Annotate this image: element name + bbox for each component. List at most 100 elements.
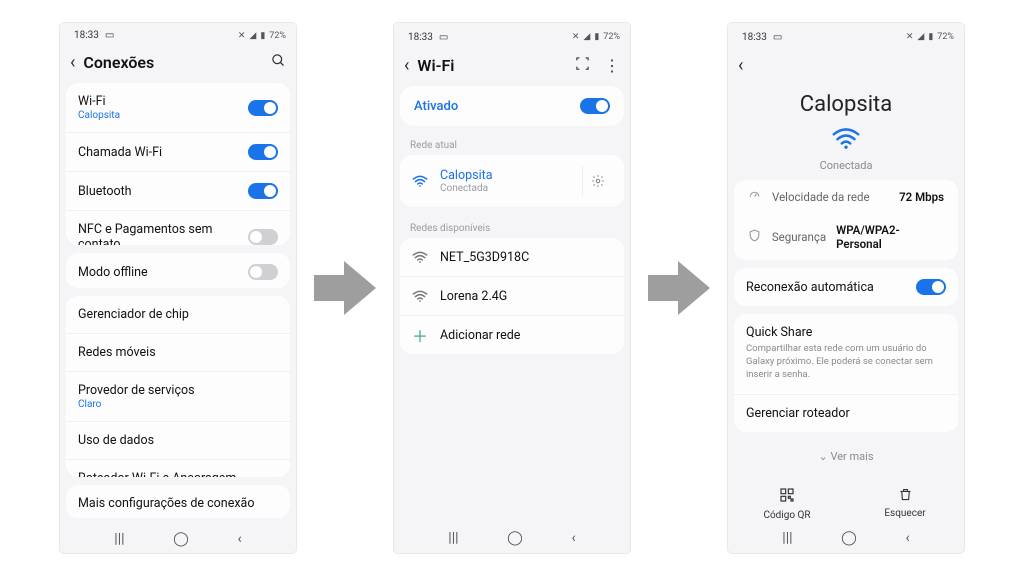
row-label: Uso de dados bbox=[78, 433, 278, 448]
forget-label: Esquecer bbox=[884, 508, 925, 519]
security-label: Segurança bbox=[772, 230, 826, 244]
row-chip[interactable]: Gerenciador de chip bbox=[66, 296, 290, 334]
connection-status: Conectada bbox=[728, 159, 964, 172]
nav-recent[interactable]: ||| bbox=[448, 530, 458, 546]
row-auto-reconnect[interactable]: Reconexão automática bbox=[734, 268, 958, 306]
search-icon[interactable] bbox=[271, 53, 286, 72]
row-bluetooth[interactable]: Bluetooth bbox=[66, 172, 290, 211]
row-usage[interactable]: Uso de dados bbox=[66, 422, 290, 460]
row-nfc[interactable]: NFC e Pagamentos sem contato bbox=[66, 211, 290, 245]
navbar: ||| ◯ ‹ bbox=[60, 526, 296, 553]
status-time: 18:33 bbox=[742, 32, 767, 43]
row-offline[interactable]: Modo offline bbox=[66, 253, 290, 287]
status-vibrate-icon: ✕ bbox=[238, 31, 246, 41]
nav-back[interactable]: ‹ bbox=[905, 530, 909, 546]
status-time: 18:33 bbox=[74, 30, 99, 41]
row-wificall[interactable]: Chamada Wi-Fi bbox=[66, 133, 290, 172]
row-provider[interactable]: Provedor de serviçosClaro bbox=[66, 372, 290, 422]
row-speed: Velocidade da rede 72 Mbps bbox=[734, 180, 958, 214]
row-label: Modo offline bbox=[78, 265, 248, 280]
wifi-large-icon bbox=[831, 127, 861, 149]
row-wifi[interactable]: Wi-FiCalopsita bbox=[66, 83, 290, 133]
network-settings-button[interactable] bbox=[582, 166, 612, 196]
qr-code-button[interactable]: Código QR bbox=[728, 487, 846, 521]
status-vibrate-icon: ✕ bbox=[572, 32, 580, 42]
quickshare-title: Quick Share bbox=[746, 325, 812, 340]
page-title: Conexões bbox=[83, 53, 263, 72]
security-value: WPA/WPA2-Personal bbox=[836, 223, 944, 251]
section-available: Redes disponíveis bbox=[394, 215, 630, 238]
wifi-enabled-label: Ativado bbox=[414, 99, 458, 114]
network-name: Calopsita bbox=[440, 168, 570, 183]
speed-label: Velocidade da rede bbox=[772, 190, 889, 204]
see-more-button[interactable]: ⌄ Ver mais bbox=[728, 440, 964, 473]
section-current: Rede atual bbox=[394, 132, 630, 155]
row-hotspot[interactable]: Roteador Wi-Fi e Ancoragem bbox=[66, 460, 290, 477]
statusbar: 18:33▭ ✕ ◢ ▮ 72% bbox=[60, 23, 296, 48]
row-label: Redes móveis bbox=[78, 345, 278, 360]
network-status: Conectada bbox=[440, 183, 570, 194]
row-quickshare[interactable]: Quick Share Compartilhar esta rede com u… bbox=[734, 314, 958, 395]
nav-home[interactable]: ◯ bbox=[841, 530, 857, 546]
current-network-row[interactable]: Calopsita Conectada bbox=[400, 155, 624, 207]
row-more-settings[interactable]: Mais configurações de conexão bbox=[66, 485, 290, 518]
network-title: Calopsita bbox=[728, 92, 964, 117]
status-wifi-icon: ◢ bbox=[583, 32, 590, 42]
row-sublabel: Calopsita bbox=[78, 110, 248, 121]
network-name: NET_5G3D918C bbox=[440, 250, 612, 265]
back-button[interactable]: ‹ bbox=[70, 52, 75, 73]
trash-icon bbox=[898, 487, 913, 505]
nav-recent[interactable]: ||| bbox=[782, 530, 792, 546]
quickshare-desc: Compartilhar esta rede com um usuário do… bbox=[746, 343, 946, 383]
screen-wifi-list: 18:33▭ ✕ ◢ ▮ 72% ‹ Wi-Fi ⋮ Ativado Rede … bbox=[394, 23, 630, 553]
toggle-wifi[interactable] bbox=[248, 100, 278, 116]
navbar: ||| ◯ ‹ bbox=[394, 523, 630, 553]
add-network-row[interactable]: ＋ Adicionar rede bbox=[400, 316, 624, 354]
row-label: Chamada Wi-Fi bbox=[78, 145, 248, 160]
status-wifi-icon: ◢ bbox=[249, 31, 256, 41]
more-icon[interactable]: ⋮ bbox=[604, 58, 620, 74]
row-label: Wi-Fi bbox=[78, 94, 248, 109]
navbar: ||| ◯ ‹ bbox=[728, 523, 964, 553]
shield-icon bbox=[748, 229, 762, 245]
row-manage-router[interactable]: Gerenciar roteador bbox=[734, 395, 958, 432]
nav-recent[interactable]: ||| bbox=[114, 531, 124, 547]
nav-back[interactable]: ‹ bbox=[237, 531, 241, 547]
toggle-auto-reconnect[interactable] bbox=[916, 279, 946, 295]
page-title: Wi-Fi bbox=[417, 56, 567, 75]
qr-icon bbox=[779, 487, 795, 507]
forget-button[interactable]: Esquecer bbox=[846, 487, 964, 521]
nav-home[interactable]: ◯ bbox=[507, 530, 523, 546]
row-mobile[interactable]: Redes móveis bbox=[66, 334, 290, 372]
flow-arrow-icon bbox=[648, 261, 710, 315]
toggle-offline[interactable] bbox=[248, 264, 278, 280]
status-signal-icon: ▮ bbox=[928, 32, 933, 42]
row-label: Reconexão automática bbox=[746, 280, 916, 295]
back-button[interactable]: ‹ bbox=[404, 55, 409, 76]
toggle-nfc[interactable] bbox=[248, 229, 278, 245]
add-network-label: Adicionar rede bbox=[440, 328, 612, 343]
wifi-enabled-row[interactable]: Ativado bbox=[400, 86, 624, 126]
available-network-row[interactable]: Lorena 2.4G bbox=[400, 277, 624, 316]
row-label: Gerenciador de chip bbox=[78, 307, 278, 322]
statusbar: 18:33▭ ✕ ◢ ▮ 72% bbox=[728, 23, 964, 51]
status-signal-icon: ▮ bbox=[260, 31, 265, 41]
status-battery-text: 72% bbox=[937, 32, 954, 42]
qr-scan-icon[interactable] bbox=[575, 56, 590, 75]
wifi-icon bbox=[412, 249, 428, 265]
toggle-wifi-master[interactable] bbox=[580, 98, 610, 114]
row-security: Segurança WPA/WPA2-Personal bbox=[734, 214, 958, 260]
available-network-row[interactable]: NET_5G3D918C bbox=[400, 238, 624, 277]
network-name: Lorena 2.4G bbox=[440, 289, 612, 304]
back-button[interactable]: ‹ bbox=[738, 55, 743, 76]
statusbar: 18:33▭ ✕ ◢ ▮ 72% bbox=[394, 23, 630, 51]
toggle-wificall[interactable] bbox=[248, 144, 278, 160]
row-label: Bluetooth bbox=[78, 184, 248, 199]
screen-network-detail: 18:33▭ ✕ ◢ ▮ 72% ‹ Calopsita Conectada bbox=[728, 23, 964, 553]
nav-back[interactable]: ‹ bbox=[571, 530, 575, 546]
row-label: Gerenciar roteador bbox=[746, 406, 946, 421]
nav-home[interactable]: ◯ bbox=[173, 531, 189, 547]
qr-label: Código QR bbox=[763, 510, 810, 521]
toggle-bluetooth[interactable] bbox=[248, 183, 278, 199]
status-vibrate-icon: ✕ bbox=[906, 32, 914, 42]
